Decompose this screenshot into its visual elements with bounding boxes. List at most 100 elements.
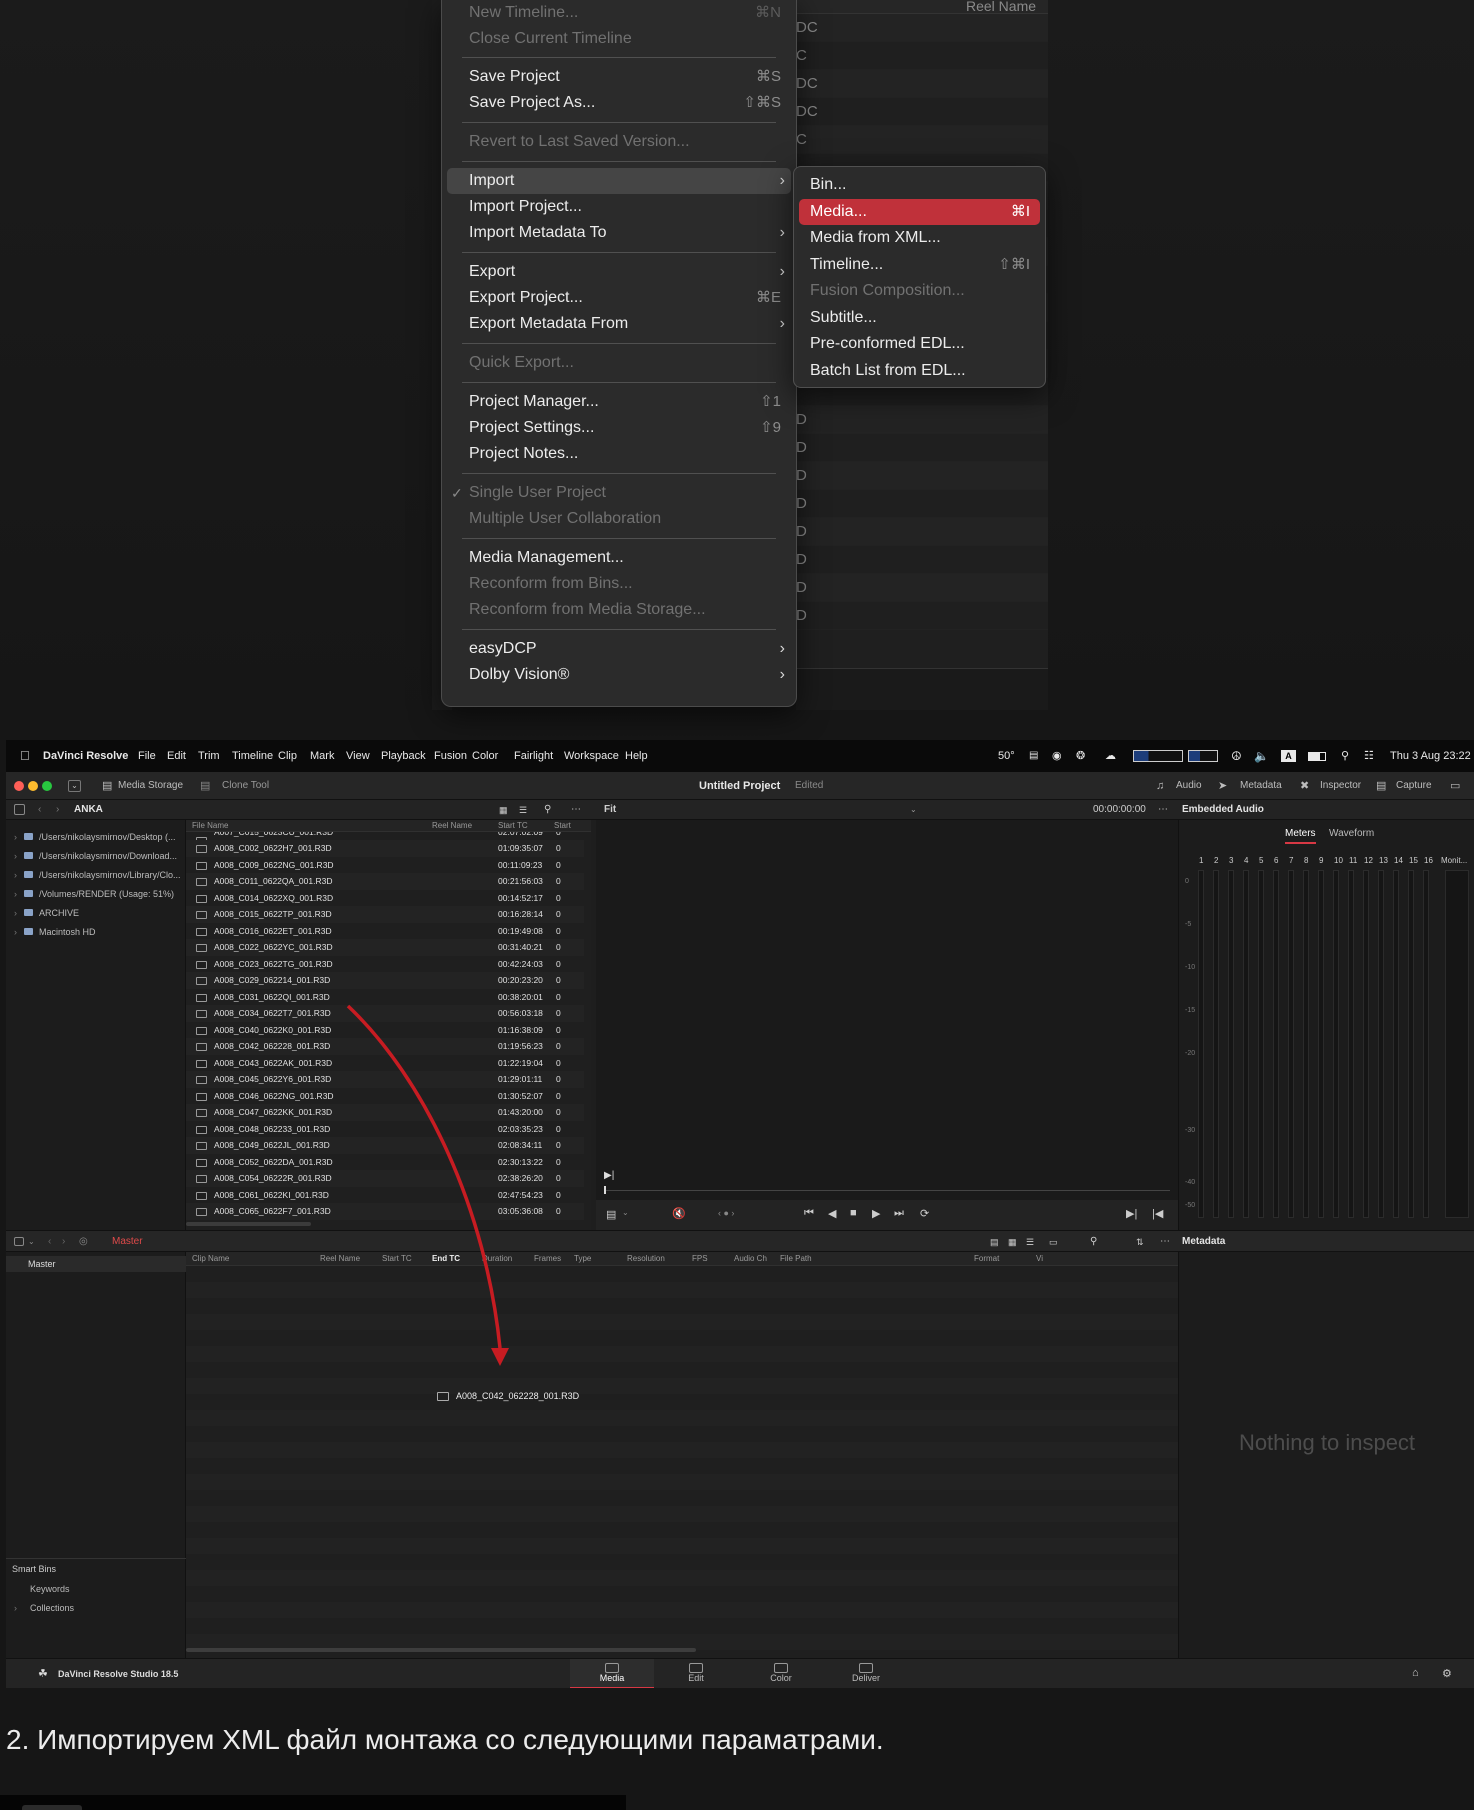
background-row: D — [796, 434, 1048, 462]
background-row: D — [796, 518, 1048, 546]
submenu-item-label: Batch List from EDL... — [810, 361, 966, 379]
drag-arrow — [346, 1004, 509, 1366]
background-row: D — [796, 546, 1048, 574]
shortcut-label: ⇧1 — [760, 393, 781, 410]
menu-separator — [462, 252, 776, 253]
page-tab-deliver[interactable]: Deliver — [824, 1659, 908, 1688]
menu-item-project-settings[interactable]: Project Settings... ⇧9 — [447, 415, 791, 441]
menu-item-project-notes[interactable]: Project Notes... — [447, 441, 791, 467]
menu-item-revert-to-last-saved-version: Revert to Last Saved Version... — [447, 129, 791, 155]
chevron-right-icon: › — [779, 666, 785, 683]
menu-separator — [462, 161, 776, 162]
deliver-page-icon — [859, 1663, 873, 1673]
menu-item-export[interactable]: Export › — [447, 259, 791, 285]
page-navigation-bar: ☘ DaVinci Resolve Studio 18.5 Media Edit C… — [6, 1658, 1474, 1688]
background-row: D — [796, 574, 1048, 602]
background-row: DC — [796, 14, 1048, 42]
menu-item-save-project[interactable]: Save Project ⌘S — [447, 64, 791, 90]
menu-item-label: Close Current Timeline — [469, 30, 632, 47]
menu-item-label: Import — [469, 172, 515, 189]
submenu-item-label: Fusion Composition... — [810, 282, 965, 299]
next-screenshot-tab — [22, 1805, 82, 1810]
menu-item-label: Multiple User Collaboration — [469, 510, 662, 527]
checkmark-icon: ✓ — [451, 485, 463, 501]
menu-item-label: Import Metadata To — [469, 224, 607, 241]
submenu-item-label: Subtitle... — [810, 308, 877, 326]
background-row: DC — [796, 98, 1048, 126]
menu-item-save-project-as[interactable]: Save Project As... ⇧⌘S — [447, 90, 791, 116]
menu-item-label: New Timeline... — [469, 4, 579, 21]
submenu-item-bin[interactable]: Bin... — [799, 172, 1040, 198]
home-icon[interactable]: ⌂ — [1412, 1667, 1419, 1679]
menu-separator — [462, 629, 776, 630]
menu-separator — [462, 122, 776, 123]
background-row: DC — [796, 70, 1048, 98]
menu-item-export-project[interactable]: Export Project... ⌘E — [447, 285, 791, 311]
menu-item-import-metadata-to[interactable]: Import Metadata To › — [447, 220, 791, 246]
drag-arrow-head — [491, 1348, 509, 1366]
menu-item-export-metadata-from[interactable]: Export Metadata From › — [447, 311, 791, 337]
menu-item-label: Save Project As... — [469, 94, 596, 111]
menu-item-label: Dolby Vision® — [469, 666, 570, 683]
menu-item-label: easyDCP — [469, 640, 537, 657]
chevron-right-icon: › — [779, 224, 785, 241]
color-page-icon — [774, 1663, 788, 1673]
submenu-item-media-from-xml[interactable]: Media from XML... — [799, 225, 1040, 251]
shortcut-label: ⇧⌘I — [998, 255, 1030, 273]
menu-item-reconform-from-media-storage: Reconform from Media Storage... — [447, 597, 791, 623]
menu-separator — [462, 343, 776, 344]
menu-item-new-timeline: New Timeline... ⌘N — [447, 0, 791, 26]
resolve-screenshot:  DaVinci Resolve FileEditTrimTimelineCl… — [6, 740, 1474, 1688]
settings-gear-icon[interactable]: ⚙ — [1442, 1667, 1452, 1680]
page-tab-media[interactable]: Media — [570, 1659, 654, 1688]
shortcut-label: ⇧⌘S — [743, 94, 781, 111]
next-screenshot-edge — [0, 1795, 626, 1810]
menu-item-close-current-timeline: Close Current Timeline — [447, 26, 791, 52]
page-tab-color[interactable]: Color — [739, 1659, 823, 1688]
submenu-item-batch-list-from-edl[interactable]: Batch List from EDL... — [799, 358, 1040, 384]
reel-name-header: Reel Name — [796, 0, 1048, 14]
menu-item-reconform-from-bins: Reconform from Bins... — [447, 571, 791, 597]
page-tab-edit[interactable]: Edit — [654, 1659, 738, 1688]
submenu-item-fusion-composition: Fusion Composition... — [799, 278, 1040, 304]
background-row: C — [796, 126, 1048, 154]
menu-item-project-manager[interactable]: Project Manager... ⇧1 — [447, 389, 791, 415]
submenu-item-media[interactable]: Media... ⌘I — [799, 198, 1040, 225]
menu-item-label: Media Management... — [469, 549, 624, 566]
menu-item-import-project[interactable]: Import Project... — [447, 194, 791, 220]
resolve-logo-icon: ☘ — [38, 1668, 48, 1680]
submenu-item-label: Timeline... — [810, 255, 884, 273]
menu-item-label: Reconform from Media Storage... — [469, 601, 706, 618]
menu-separator — [462, 57, 776, 58]
shortcut-label: ⌘N — [755, 4, 781, 21]
menu-item-media-management[interactable]: Media Management... — [447, 545, 791, 571]
root: Reel Name DC C DC DC C D D D D D D D D New Timeline.… — [0, 0, 1474, 1810]
menu-item-label: Revert to Last Saved Version... — [469, 133, 690, 150]
chevron-right-icon: › — [779, 640, 785, 657]
page-tab-label: Edit — [688, 1673, 704, 1683]
page-tab-label: Media — [599, 1673, 625, 1683]
menu-item-label: Single User Project — [469, 484, 606, 501]
submenu-item-label: Bin... — [810, 176, 847, 193]
menu-item-label: Export Metadata From — [469, 315, 629, 332]
submenu-item-subtitle[interactable]: Subtitle... — [799, 305, 1040, 331]
menu-item-dolby-vision[interactable]: Dolby Vision® › — [447, 662, 791, 688]
submenu-item-pre-conformed-edl[interactable]: Pre-conformed EDL... — [799, 331, 1040, 357]
chevron-right-icon: › — [779, 263, 785, 280]
edit-page-icon — [689, 1663, 703, 1673]
step-caption: 2. Импортируем XML файл монтажа со следу… — [6, 1724, 884, 1755]
menu-item-label: Quick Export... — [469, 354, 574, 371]
menu-item-import[interactable]: Import › — [447, 168, 791, 194]
menu-item-label: Export Project... — [469, 289, 583, 306]
menu-screenshot: Reel Name DC C DC DC C D D D D D D D D New Timeline.… — [0, 0, 1474, 740]
shortcut-label: ⌘E — [755, 289, 781, 306]
submenu-item-timeline[interactable]: Timeline... ⇧⌘I — [799, 252, 1040, 278]
background-row: D — [796, 602, 1048, 630]
menu-item-label: Save Project — [469, 68, 560, 85]
menu-item-label: Project Settings... — [469, 419, 595, 436]
menu-item-easydcp[interactable]: easyDCP › — [447, 636, 791, 662]
background-row: D — [796, 406, 1048, 434]
menu-item-multiple-user-collaboration: Multiple User Collaboration — [447, 506, 791, 532]
background-row: D — [796, 490, 1048, 518]
brand-label: DaVinci Resolve Studio 18.5 — [58, 1669, 179, 1679]
